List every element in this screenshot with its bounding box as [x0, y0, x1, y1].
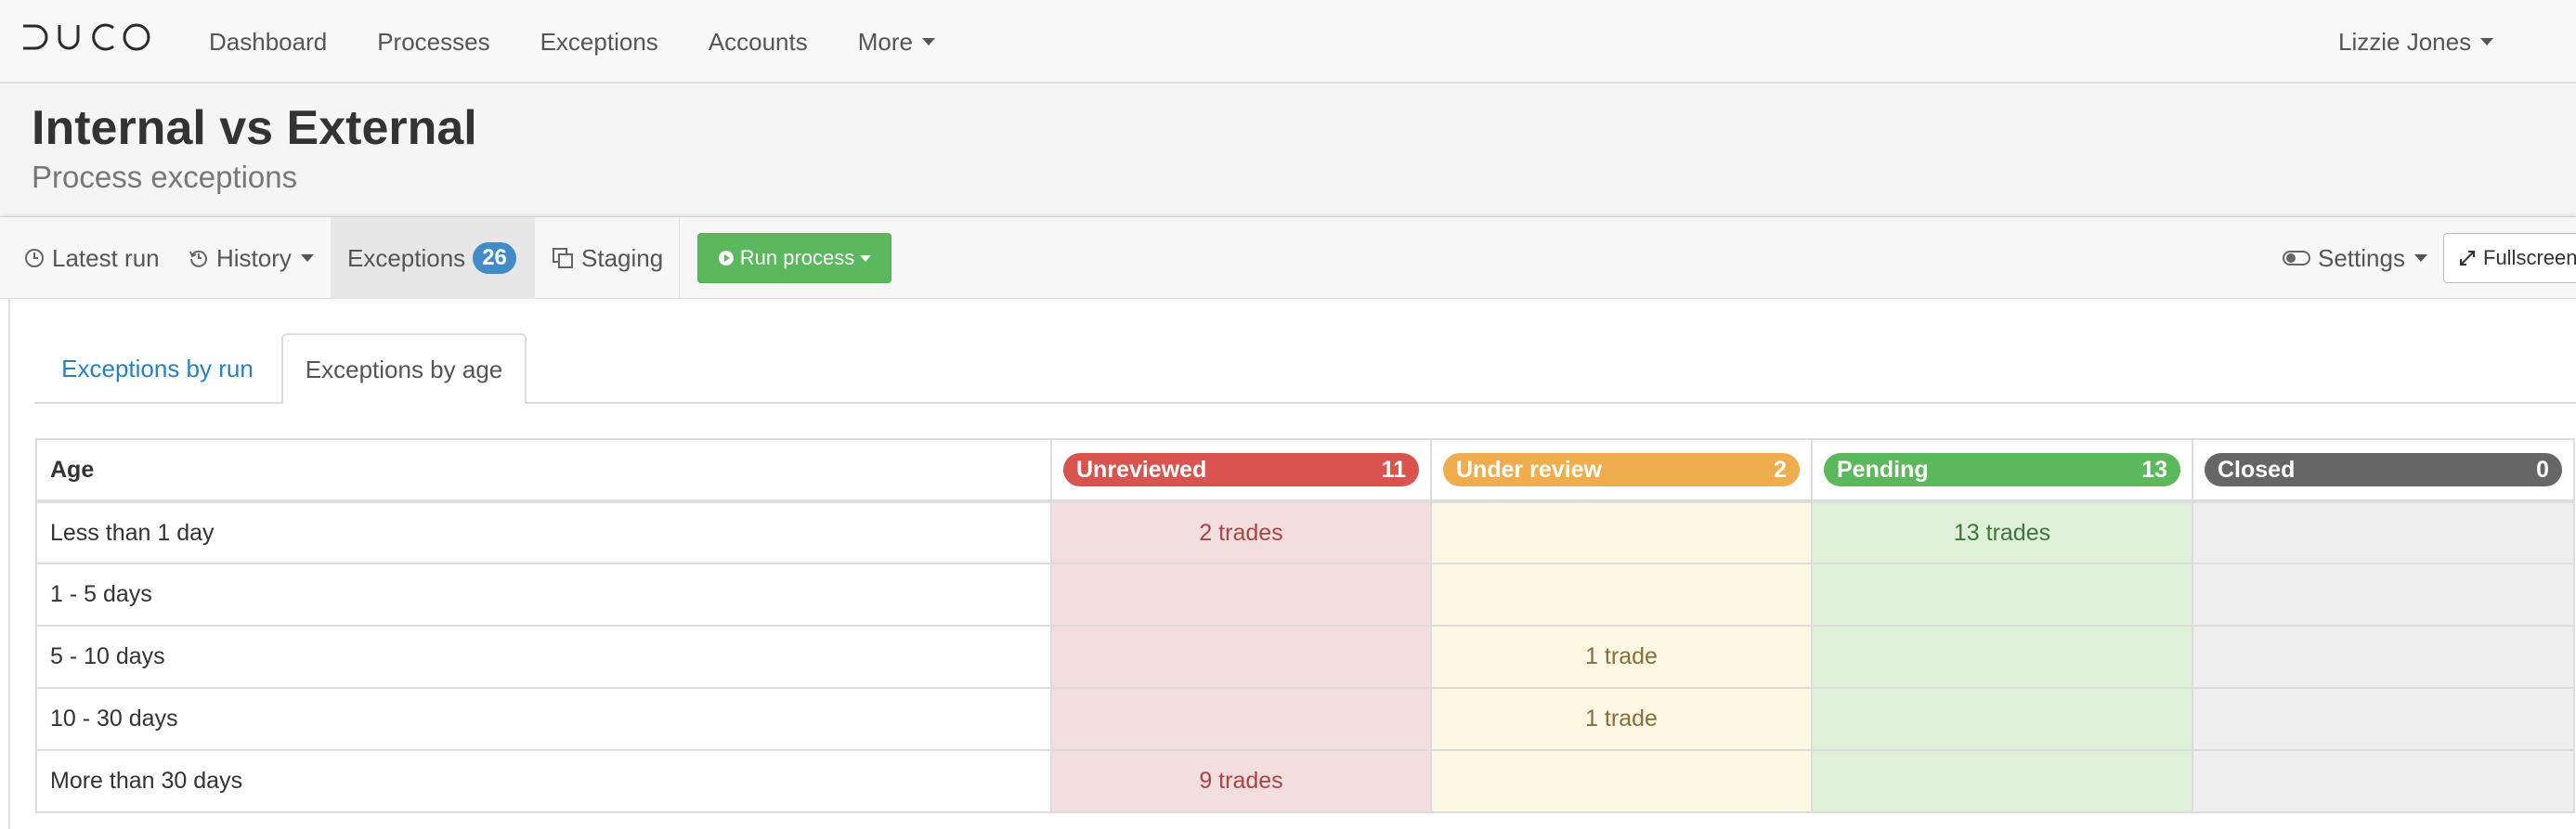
tab-exceptions-by-age[interactable]: Exceptions by age — [281, 333, 527, 404]
under-review-cell — [1430, 749, 1813, 813]
history-icon — [189, 250, 207, 267]
age-cell: Less than 1 day — [35, 500, 1052, 564]
settings-label: Settings — [2318, 243, 2405, 272]
settings-dropdown[interactable]: Settings — [2283, 217, 2427, 299]
exceptions-count-badge: 26 — [473, 242, 516, 274]
toggle-icon — [2283, 251, 2310, 266]
nav-more-label: More — [857, 27, 913, 56]
closed-cell — [2192, 625, 2575, 689]
pending-cell — [1811, 687, 2193, 751]
staging-label: Staging — [581, 243, 664, 272]
age-cell: 5 - 10 days — [35, 625, 1052, 689]
fullscreen-button[interactable]: Fullscreen — [2443, 233, 2576, 283]
top-navbar: Dashboard Processes Exceptions Accounts … — [0, 0, 2576, 84]
exceptions-label: Exceptions — [347, 243, 466, 272]
status-count: 13 — [2141, 456, 2167, 483]
pending-cell — [1811, 749, 2193, 813]
chevron-down-icon — [860, 254, 872, 262]
age-cell: 1 - 5 days — [35, 563, 1052, 627]
nav-processes[interactable]: Processes — [377, 28, 489, 57]
page-header: Internal vs External Process exceptions — [0, 84, 2576, 217]
status-pill-under-review: Under review 2 — [1443, 453, 1800, 486]
user-menu[interactable]: Lizzie Jones — [2338, 0, 2494, 84]
latest-run-button[interactable]: Latest run — [24, 217, 160, 299]
unreviewed-cell[interactable]: 2 trades — [1050, 500, 1432, 564]
main-nav: Dashboard Processes Exceptions Accounts … — [209, 0, 985, 84]
under-review-cell[interactable]: 1 trade — [1430, 625, 1813, 689]
status-count: 11 — [1381, 456, 1406, 483]
status-label: Closed — [2218, 456, 2296, 483]
table-row: More than 30 days 9 trades — [35, 749, 2575, 813]
chevron-down-icon — [300, 254, 314, 262]
page-title: Internal vs External — [32, 101, 477, 155]
status-label: Pending — [1837, 456, 1929, 483]
status-label: Under review — [1456, 456, 1603, 483]
nav-dashboard[interactable]: Dashboard — [209, 28, 327, 57]
status-header-pending: Pending 13 — [1811, 438, 2193, 502]
process-toolbar: Latest run History Exceptions 26 Staging… — [0, 217, 2576, 299]
table-row: 10 - 30 days 1 trade — [35, 687, 2575, 751]
nav-accounts[interactable]: Accounts — [709, 28, 808, 57]
unreviewed-cell — [1050, 687, 1432, 751]
nav-exceptions[interactable]: Exceptions — [540, 28, 658, 57]
table-row: 1 - 5 days — [35, 563, 2575, 627]
age-cell: 10 - 30 days — [35, 687, 1052, 751]
run-process-label: Run process — [739, 246, 855, 269]
closed-cell — [2192, 687, 2575, 751]
page-subtitle: Process exceptions — [32, 160, 298, 194]
history-dropdown[interactable]: History — [189, 217, 314, 299]
closed-cell — [2192, 749, 2575, 813]
user-name: Lizzie Jones — [2338, 27, 2472, 56]
status-pill-unreviewed: Unreviewed 11 — [1063, 453, 1419, 486]
chevron-down-icon — [2413, 254, 2427, 262]
under-review-cell — [1430, 563, 1813, 627]
pending-cell[interactable]: 13 trades — [1811, 500, 2193, 564]
play-circle-icon — [718, 251, 734, 266]
status-pill-pending: Pending 13 — [1824, 453, 2180, 486]
expand-icon — [2460, 251, 2475, 266]
unreviewed-cell — [1050, 625, 1432, 689]
toolbar-divider — [679, 217, 680, 299]
staging-button[interactable]: Staging — [552, 217, 663, 299]
status-pill-closed: Closed 0 — [2205, 453, 2562, 486]
closed-cell — [2192, 563, 2575, 627]
unreviewed-cell[interactable]: 9 trades — [1050, 749, 1432, 813]
under-review-cell[interactable]: 1 trade — [1430, 687, 1813, 751]
fullscreen-label: Fullscreen — [2483, 246, 2576, 269]
content-left-border — [8, 299, 10, 829]
under-review-cell — [1430, 500, 1813, 564]
status-header-under-review: Under review 2 — [1430, 438, 1813, 502]
status-label: Unreviewed — [1076, 456, 1207, 483]
age-cell: More than 30 days — [35, 749, 1052, 813]
clock-icon — [25, 249, 44, 267]
tab-exceptions[interactable]: Exceptions 26 — [331, 217, 535, 299]
unreviewed-cell — [1050, 563, 1432, 627]
exceptions-by-age-table: Age Unreviewed 11 Under review 2 Pending… — [35, 438, 2575, 813]
status-header-closed: Closed 0 — [2192, 438, 2575, 502]
chevron-down-icon — [2480, 38, 2494, 45]
pending-cell — [1811, 625, 2193, 689]
copy-icon — [553, 248, 573, 268]
chevron-down-icon — [921, 38, 935, 45]
closed-cell — [2192, 500, 2575, 564]
age-column-header: Age — [35, 438, 1052, 502]
status-count: 0 — [2536, 456, 2549, 483]
run-process-button[interactable]: Run process — [697, 233, 891, 283]
table-row: 5 - 10 days 1 trade — [35, 625, 2575, 689]
status-header-unreviewed: Unreviewed 11 — [1050, 438, 1432, 502]
latest-run-label: Latest run — [52, 243, 160, 272]
duco-logo[interactable] — [20, 20, 152, 54]
pending-cell — [1811, 563, 2193, 627]
status-count: 2 — [1774, 456, 1787, 483]
table-header-row: Age Unreviewed 11 Under review 2 Pending… — [35, 438, 2575, 502]
nav-more-dropdown[interactable]: More — [858, 28, 935, 57]
table-row: Less than 1 day 2 trades 13 trades — [35, 500, 2575, 564]
history-label: History — [216, 243, 292, 272]
tab-exceptions-by-run[interactable]: Exceptions by run — [34, 334, 280, 403]
